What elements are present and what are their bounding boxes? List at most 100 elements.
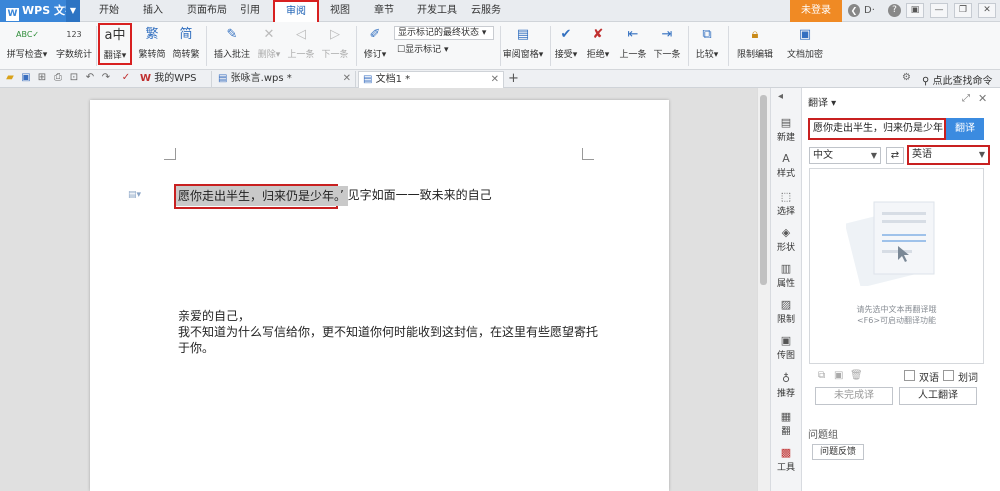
sidebar-item-select[interactable]: ⬚ 选择 (772, 190, 800, 217)
word-translate-checkbox[interactable] (943, 370, 954, 381)
minimize-button[interactable]: — (930, 3, 948, 18)
menu-tab-developer[interactable]: 开发工具 (410, 0, 464, 22)
tools-icon[interactable]: ⚙ (902, 72, 911, 83)
sidebar-item-restrict[interactable]: ▨ 限制 (772, 298, 800, 325)
doc-line-rest[interactable]: ’ 见字如面一一致未来的自己 (340, 187, 492, 204)
sidebar-item-shape[interactable]: ◈ 形状 (772, 226, 800, 253)
upload-image-icon: ▣ (780, 334, 792, 347)
insert-comment-button[interactable]: ✎ 插入批注 (212, 22, 252, 70)
sidebar-item-style[interactable]: A 样式 (772, 152, 800, 179)
spellcheck-icon: ABC✓ (16, 30, 40, 39)
track-changes-button[interactable]: ✐ 修订▾ (360, 22, 390, 70)
close-tab-icon[interactable]: ✕ (343, 71, 351, 87)
menu-tab-references[interactable]: 引用 (236, 0, 264, 22)
delete-comment-button[interactable]: ✕ 删除▾ (254, 22, 284, 70)
review-pane-button[interactable]: ▤ 审阅窗格▾ (500, 22, 546, 70)
spell-check-button[interactable]: ABC✓ 拼写检查▾ (4, 22, 50, 70)
restrict-edit-button[interactable]: 🔒︎ 限制编辑 (734, 22, 776, 70)
tab-document-1[interactable]: ▤ 文档1 * ✕ (358, 71, 504, 88)
undo-icon[interactable]: ↶ (84, 72, 96, 84)
simp-to-trad-button[interactable]: 简简转繁 (170, 22, 202, 70)
back-icon[interactable]: ❮ (848, 4, 860, 17)
trad-to-simp-button[interactable]: 繁繁转简 (136, 22, 168, 70)
properties-icon: ▥ (780, 262, 792, 275)
sidebar-item-translate[interactable]: ▦ 翻 (772, 410, 800, 437)
find-command-search[interactable]: ⚲ 点此查找命令 (922, 72, 993, 87)
close-tab-icon[interactable]: ✕ (491, 72, 499, 88)
doc-greeting[interactable]: 亲爱的自己， (178, 308, 250, 325)
compare-icon: ⧉ (702, 27, 712, 42)
redo-icon[interactable]: ↷ (100, 72, 112, 84)
tab-document-zhangyongyan[interactable]: ▤ 张咏言.wps * ✕ (214, 71, 356, 88)
undock-icon[interactable]: ⤢ (962, 93, 970, 104)
accept-button[interactable]: ✔ 接受▾ (552, 22, 580, 70)
margin-corner-mark (164, 148, 176, 160)
sidebar-item-new[interactable]: ▤ 新建 (772, 116, 800, 143)
menu-tab-page-layout[interactable]: 页面布局 (180, 0, 234, 22)
close-button[interactable]: ✕ (978, 3, 996, 18)
sidebar-item-tools[interactable]: ▩ 工具 (772, 446, 800, 473)
machine-translate-button[interactable]: 未完成译 (815, 387, 893, 405)
skin-icon[interactable]: D· (864, 4, 886, 17)
translate-button[interactable]: a中 翻译▾ (98, 23, 132, 65)
close-panel-icon[interactable]: ✕ (978, 92, 987, 105)
target-language-select[interactable]: 英语 ▼ (907, 145, 990, 165)
sidebar-item-upload-image[interactable]: ▣ 传图 (772, 334, 800, 361)
preview-icon[interactable]: ⊡ (68, 72, 80, 84)
reject-button[interactable]: ✘ 拒绝▾ (584, 22, 612, 70)
bilingual-checkbox[interactable] (904, 370, 915, 381)
paragraph-handle-icon[interactable]: ▤▾ (128, 190, 141, 200)
sidebar-arrow-icon[interactable]: ◂ (778, 91, 783, 102)
output-icon[interactable]: ⊞ (36, 72, 48, 84)
menu-tab-view[interactable]: 视图 (326, 0, 354, 22)
menu-tab-section[interactable]: 章节 (370, 0, 398, 22)
show-markup-dropdown[interactable]: ☐显示标记 ▾ (394, 44, 458, 58)
open-folder-icon[interactable]: ▰ (4, 72, 16, 84)
menu-tab-insert[interactable]: 插入 (140, 0, 166, 22)
translate-icon: a中 (104, 28, 126, 43)
menu-tab-cloud[interactable]: 云服务 (466, 0, 506, 22)
wps-app-menu-button[interactable]: W WPS 文字 ▼ (0, 0, 80, 22)
new-tab-icon[interactable]: + (508, 71, 519, 87)
selected-sentence[interactable]: 愿你走出半生，归来仍是少年。 (176, 186, 349, 206)
next-change-button[interactable]: ⇥ 下一条 (652, 22, 682, 70)
prev-comment-button[interactable]: ◁ 上一条 (286, 22, 316, 70)
restrict-icon: ▨ (780, 298, 792, 311)
save-icon[interactable]: ▣ (20, 72, 32, 84)
sidebar-item-properties[interactable]: ▥ 属性 (772, 262, 800, 289)
comment-icon: ✎ (226, 27, 238, 42)
scrollbar-thumb[interactable] (760, 95, 767, 285)
word-count-button[interactable]: 123 字数统计 (54, 22, 94, 70)
sidebar-item-recommend[interactable]: ♁ 推荐 (772, 372, 800, 399)
restore-button[interactable]: ❐ (954, 3, 972, 18)
login-button[interactable]: 未登录 (790, 0, 842, 22)
doc-body-line[interactable]: 于你。 (178, 340, 214, 357)
feedback-button[interactable]: 问题反馈 (812, 444, 864, 460)
word-translate-label: 划词 (958, 373, 978, 384)
encrypt-doc-button[interactable]: ▣ 文档加密 (784, 22, 826, 70)
print-icon[interactable]: ⎙ (52, 72, 64, 84)
panel-title[interactable]: 翻译 ▾ (808, 94, 836, 109)
translate-submit-button[interactable]: 翻译 (946, 118, 984, 140)
markup-state-select[interactable]: 显示标记的最终状态 ▾ (394, 26, 494, 40)
swap-languages-icon[interactable]: ⇄ (886, 147, 904, 164)
clear-icon[interactable]: 🗑︎ (850, 370, 863, 381)
tab-my-wps[interactable]: W 我的WPS (136, 71, 212, 88)
prev-change-icon: ⇤ (627, 27, 639, 42)
help-icon[interactable]: ? (888, 4, 901, 17)
paste-icon[interactable]: ▣ (834, 370, 843, 381)
doc-body-line[interactable]: 我不知道为什么写信给你，更不知道你何时能收到这封信，在这里有些愿望寄托 (178, 324, 598, 341)
source-language-select[interactable]: 中文 ▼ (809, 147, 881, 164)
wps-logo-icon: W (6, 8, 19, 21)
word-count-icon: 123 (66, 30, 82, 39)
copy-icon[interactable]: ⧉ (818, 370, 825, 381)
compare-button[interactable]: ⧉ 比较▾ (692, 22, 722, 70)
encrypt-doc-icon: ▣ (798, 27, 812, 42)
next-comment-button[interactable]: ▷ 下一条 (320, 22, 350, 70)
human-translate-button[interactable]: 人工翻译 (899, 387, 977, 405)
layout-toggle-icon[interactable]: ▣ (906, 3, 924, 18)
track-changes-icon: ✐ (369, 27, 381, 42)
menu-tab-home[interactable]: 开始 (96, 0, 122, 22)
translate-input[interactable]: 愿你走出半生，归来仍是少年 (808, 118, 946, 140)
prev-change-button[interactable]: ⇤ 上一条 (618, 22, 648, 70)
